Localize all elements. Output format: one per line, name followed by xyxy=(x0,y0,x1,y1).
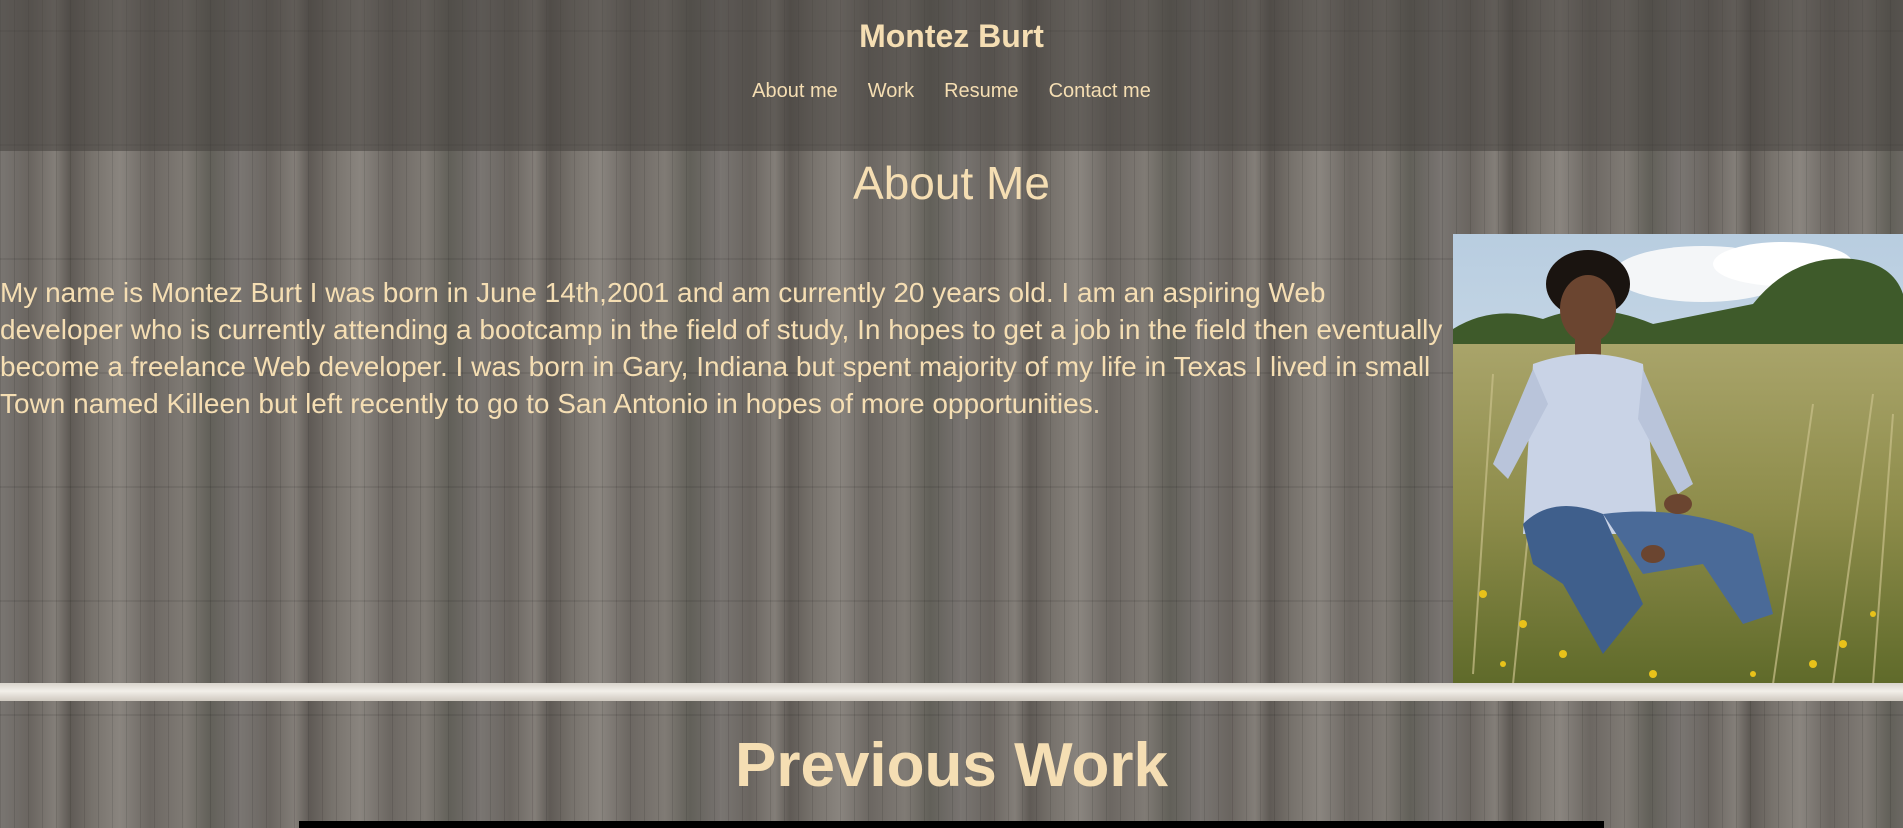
nav-resume[interactable]: Resume xyxy=(944,80,1018,103)
site-title: Montez Burt xyxy=(859,18,1044,54)
nav-about-me[interactable]: About me xyxy=(752,80,838,103)
nav-work[interactable]: Work xyxy=(868,80,914,103)
nav-contact-me[interactable]: Contact me xyxy=(1049,80,1151,103)
site-header: Montez Burt About me Work Resume Contact… xyxy=(0,0,1903,151)
about-heading: About Me xyxy=(853,157,1050,209)
work-heading: Previous Work xyxy=(734,731,1168,800)
section-divider xyxy=(0,683,1903,701)
work-panel xyxy=(299,821,1604,828)
main-nav: About me Work Resume Contact me xyxy=(0,80,1903,103)
profile-photo xyxy=(1453,234,1903,684)
about-text: My name is Montez Burt I was born in Jun… xyxy=(0,277,1443,419)
